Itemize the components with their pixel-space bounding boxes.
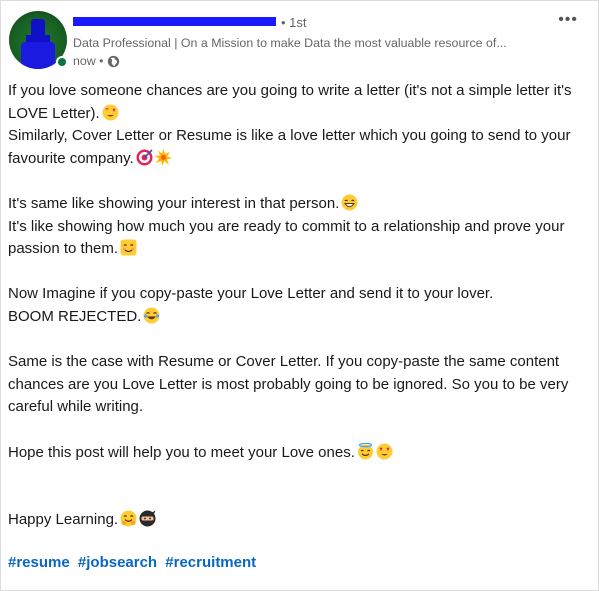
hashtag-list: #resume #jobsearch #recruitment [8,554,260,571]
post-line: Hope this post will help you to meet you… [8,442,593,465]
post-line: It's like showing how much you are ready… [8,217,565,258]
post-line: Same is the case with Resume or Cover Le… [8,353,569,416]
post-body: If you love someone chances are you goin… [8,80,593,532]
ninja-emoji-icon [139,510,156,527]
heart-eyes-emoji-icon [376,443,393,460]
post-line: Happy Learning. [8,509,593,532]
hashtag-link[interactable]: #recruitment [165,554,256,571]
feed-post-card: • 1st ••• Data Professional | On a Missi… [0,0,599,591]
post-line: Similarly, Cover Letter or Resume is lik… [8,127,571,167]
author-headline: Data Professional | On a Mission to make… [73,36,507,50]
heart-eyes-emoji-icon [102,104,119,121]
smiling-face-emoji-icon [120,239,137,256]
post-timestamp: now • [73,54,104,68]
smiling-face-with-halo-emoji-icon [357,442,374,460]
hashtag-link[interactable]: #resume [8,554,70,571]
author-name-redacted[interactable] [73,17,276,26]
post-line: Now Imagine if you copy-paste your Love … [8,285,494,303]
collision-emoji-icon [154,148,172,166]
tears-of-joy-emoji-icon [143,307,160,324]
post-meta: now • [73,54,120,68]
more-options-icon[interactable]: ••• [558,12,578,28]
online-status-indicator [56,56,68,68]
post-line: If you love someone chances are you goin… [8,82,572,122]
post-line: BOOM REJECTED. [8,306,593,329]
direct-hit-target-emoji-icon [136,149,153,166]
connection-degree: • 1st [281,15,307,30]
hugging-face-emoji-icon [120,510,137,527]
hashtag-link[interactable]: #jobsearch [78,554,157,571]
globe-visibility-icon [107,55,119,67]
grinning-face-emoji-icon [341,194,358,211]
post-line: It's same like showing your interest in … [8,193,593,216]
